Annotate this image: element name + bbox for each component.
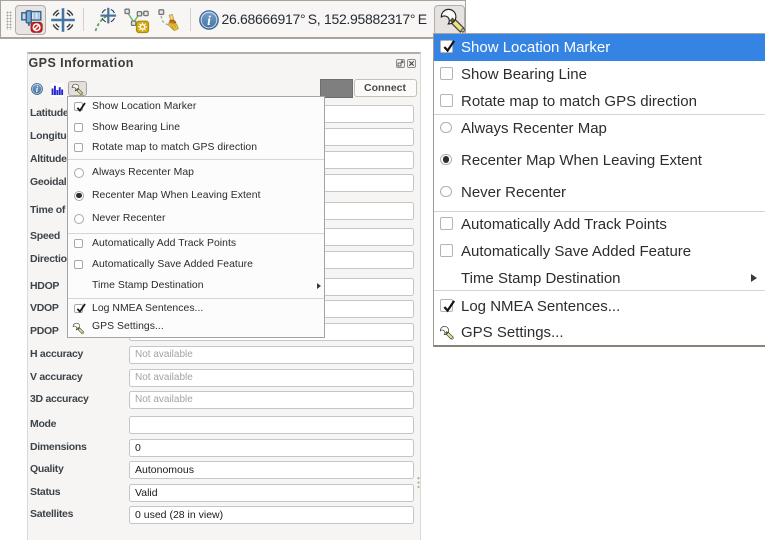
svg-text:i: i	[207, 12, 211, 27]
